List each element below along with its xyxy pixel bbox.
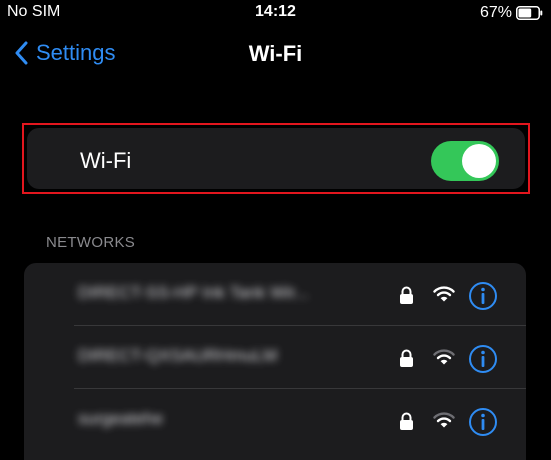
lock-icon xyxy=(400,412,413,430)
navigation-bar: Settings Wi-Fi xyxy=(0,30,551,76)
lock-icon xyxy=(400,349,413,367)
networks-section-header: NETWORKS xyxy=(46,234,136,251)
network-row[interactable]: DIRECT-SS-HP Ink Tank Wir... xyxy=(24,263,526,326)
info-button[interactable] xyxy=(468,281,498,311)
lock-icon xyxy=(400,286,413,304)
status-bar: No SIM 14:12 67% xyxy=(0,0,551,26)
wifi-icon xyxy=(433,349,455,365)
network-name: DIRECT-QXSAURHmuLM xyxy=(78,346,278,365)
page-title: Wi-Fi xyxy=(248,41,303,66)
wifi-toggle-switch[interactable] xyxy=(431,141,499,181)
status-time: 14:12 xyxy=(255,3,296,20)
wifi-settings-screen: No SIM 14:12 67% Settings Wi-Fi Wi-Fi NE… xyxy=(0,0,551,460)
info-button[interactable] xyxy=(468,344,498,374)
network-name: surgeatehe xyxy=(78,409,164,428)
battery-icon xyxy=(516,6,543,20)
battery-percent: 67% xyxy=(479,4,512,21)
wifi-toggle-label: Wi-Fi xyxy=(80,148,132,173)
toggle-knob xyxy=(462,144,496,178)
wifi-toggle-cell: Wi-Fi xyxy=(27,128,525,189)
wifi-icon xyxy=(433,412,455,428)
networks-list: DIRECT-SS-HP Ink Tank Wir... DIRECT-QXSA… xyxy=(24,263,526,460)
network-row[interactable]: surgeatehe xyxy=(24,389,526,452)
network-row[interactable]: DIRECT-QXSAURHmuLM xyxy=(24,326,526,389)
network-name: DIRECT-SS-HP Ink Tank Wir... xyxy=(78,283,309,302)
wifi-icon xyxy=(433,286,455,302)
highlight-box: Wi-Fi xyxy=(22,123,530,194)
info-button[interactable] xyxy=(468,407,498,437)
battery-status: 67% xyxy=(480,4,543,22)
